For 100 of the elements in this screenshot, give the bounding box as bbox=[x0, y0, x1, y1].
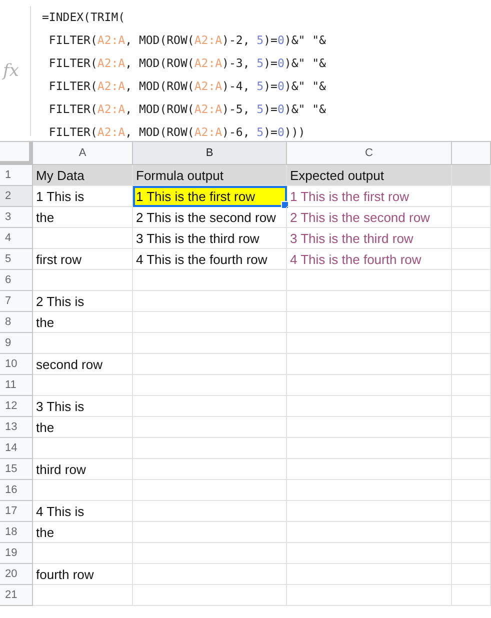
table-cell[interactable] bbox=[452, 501, 491, 522]
column-header[interactable] bbox=[452, 142, 491, 165]
fill-handle[interactable] bbox=[281, 201, 289, 209]
table-cell[interactable] bbox=[287, 375, 452, 396]
formula-field[interactable]: =INDEX(TRIM( FILTER(A2:A, MOD(ROW(A2:A)-2, 5)=0)&" "& FILTER(A2:A, MOD(ROW(A2:A)-3, 5)=0)&" "& FILTER(A2:A, MOD(ROW(A2:A)-4, 5)=0)&" "& FILTER(A2:A, MOD(ROW(A2:A)-5, 5)=0)&" "& FILTER(A2:A, MOD(ROW(A2:A)-6, 5)=0))) bbox=[31, 0, 326, 141]
table-cell[interactable] bbox=[452, 564, 491, 585]
row-number[interactable]: 21 bbox=[0, 585, 33, 606]
table-cell[interactable] bbox=[287, 333, 452, 354]
table-cell[interactable]: the bbox=[33, 207, 133, 228]
table-cell[interactable] bbox=[287, 543, 452, 564]
table-cell[interactable] bbox=[452, 165, 491, 186]
table-cell[interactable]: 3 This is the third row bbox=[133, 228, 287, 249]
table-cell[interactable] bbox=[133, 501, 287, 522]
row-number[interactable]: 13 bbox=[0, 417, 33, 438]
table-cell[interactable] bbox=[452, 438, 491, 459]
table-cell[interactable] bbox=[33, 438, 133, 459]
table-cell[interactable]: 3 This is the third row bbox=[287, 228, 452, 249]
table-cell[interactable] bbox=[452, 333, 491, 354]
table-cell[interactable]: the bbox=[33, 522, 133, 543]
table-cell[interactable]: 2 This is bbox=[33, 291, 133, 312]
column-header[interactable]: C bbox=[287, 142, 452, 165]
row-number[interactable]: 15 bbox=[0, 459, 33, 480]
table-cell[interactable] bbox=[33, 543, 133, 564]
table-cell[interactable] bbox=[133, 291, 287, 312]
table-cell[interactable] bbox=[287, 585, 452, 606]
table-cell[interactable] bbox=[133, 354, 287, 375]
table-cell[interactable]: 3 This is bbox=[33, 396, 133, 417]
table-cell[interactable] bbox=[33, 375, 133, 396]
table-cell[interactable] bbox=[287, 522, 452, 543]
table-cell[interactable] bbox=[287, 312, 452, 333]
table-cell[interactable] bbox=[452, 270, 491, 291]
table-cell[interactable] bbox=[452, 228, 491, 249]
table-cell[interactable]: 4 This is the fourth row bbox=[287, 249, 452, 270]
column-header[interactable]: A bbox=[33, 142, 133, 165]
table-cell[interactable] bbox=[33, 585, 133, 606]
row-number[interactable]: 10 bbox=[0, 354, 33, 375]
table-cell[interactable] bbox=[452, 417, 491, 438]
table-cell[interactable] bbox=[287, 501, 452, 522]
table-cell[interactable] bbox=[452, 354, 491, 375]
table-cell[interactable] bbox=[452, 207, 491, 228]
table-cell[interactable] bbox=[133, 417, 287, 438]
table-cell[interactable] bbox=[133, 459, 287, 480]
table-cell[interactable] bbox=[287, 396, 452, 417]
table-cell[interactable] bbox=[287, 438, 452, 459]
select-all-corner[interactable] bbox=[0, 142, 33, 165]
row-number[interactable]: 19 bbox=[0, 543, 33, 564]
table-cell[interactable]: 1 This is the first row bbox=[133, 186, 287, 207]
table-cell[interactable] bbox=[452, 249, 491, 270]
row-number[interactable]: 4 bbox=[0, 228, 33, 249]
row-number[interactable]: 9 bbox=[0, 333, 33, 354]
table-cell[interactable] bbox=[287, 417, 452, 438]
table-cell[interactable]: first row bbox=[33, 249, 133, 270]
row-number[interactable]: 11 bbox=[0, 375, 33, 396]
table-cell[interactable] bbox=[452, 480, 491, 501]
table-cell[interactable]: My Data bbox=[33, 165, 133, 186]
table-cell[interactable] bbox=[133, 396, 287, 417]
table-cell[interactable] bbox=[452, 291, 491, 312]
table-cell[interactable]: third row bbox=[33, 459, 133, 480]
table-cell[interactable]: the bbox=[33, 417, 133, 438]
table-cell[interactable]: fourth row bbox=[33, 564, 133, 585]
row-number[interactable]: 3 bbox=[0, 207, 33, 228]
table-cell[interactable] bbox=[452, 543, 491, 564]
row-number[interactable]: 8 bbox=[0, 312, 33, 333]
row-number[interactable]: 6 bbox=[0, 270, 33, 291]
table-cell[interactable] bbox=[133, 522, 287, 543]
table-cell[interactable] bbox=[33, 270, 133, 291]
table-cell[interactable] bbox=[287, 291, 452, 312]
table-cell[interactable] bbox=[33, 333, 133, 354]
table-cell[interactable] bbox=[452, 186, 491, 207]
table-cell[interactable] bbox=[287, 459, 452, 480]
table-cell[interactable]: 1 This is the first row bbox=[287, 186, 452, 207]
row-number[interactable]: 17 bbox=[0, 501, 33, 522]
table-cell[interactable] bbox=[452, 312, 491, 333]
table-cell[interactable] bbox=[452, 375, 491, 396]
table-cell[interactable]: 4 This is bbox=[33, 501, 133, 522]
table-cell[interactable] bbox=[33, 228, 133, 249]
table-cell[interactable] bbox=[133, 438, 287, 459]
row-number[interactable]: 16 bbox=[0, 480, 33, 501]
row-number[interactable]: 5 bbox=[0, 249, 33, 270]
table-cell[interactable]: 2 This is the second row bbox=[133, 207, 287, 228]
table-cell[interactable]: second row bbox=[33, 354, 133, 375]
table-cell[interactable]: the bbox=[33, 312, 133, 333]
row-number[interactable]: 14 bbox=[0, 438, 33, 459]
table-cell[interactable] bbox=[133, 480, 287, 501]
table-cell[interactable] bbox=[287, 270, 452, 291]
table-cell[interactable] bbox=[452, 459, 491, 480]
row-number[interactable]: 20 bbox=[0, 564, 33, 585]
row-number[interactable]: 12 bbox=[0, 396, 33, 417]
table-cell[interactable] bbox=[133, 270, 287, 291]
table-cell[interactable] bbox=[133, 333, 287, 354]
table-cell[interactable] bbox=[133, 312, 287, 333]
table-cell[interactable] bbox=[133, 585, 287, 606]
row-number[interactable]: 7 bbox=[0, 291, 33, 312]
table-cell[interactable] bbox=[133, 375, 287, 396]
table-cell[interactable]: 2 This is the second row bbox=[287, 207, 452, 228]
table-cell[interactable] bbox=[452, 585, 491, 606]
table-cell[interactable]: Expected output bbox=[287, 165, 452, 186]
table-cell[interactable]: 4 This is the fourth row bbox=[133, 249, 287, 270]
row-number[interactable]: 18 bbox=[0, 522, 33, 543]
row-number[interactable]: 2 bbox=[0, 186, 33, 207]
